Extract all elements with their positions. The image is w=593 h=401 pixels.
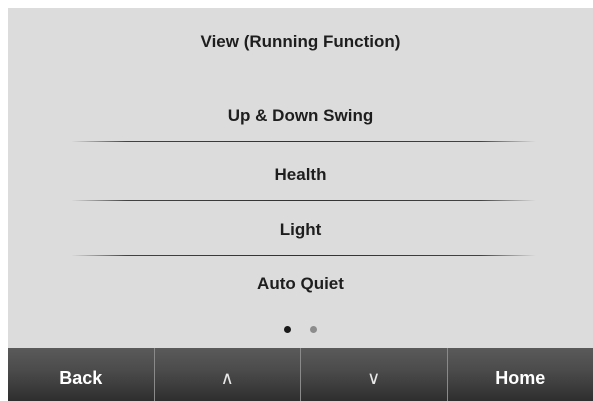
divider [71,255,536,256]
menu-item-auto-quiet[interactable]: Auto Quiet [8,274,593,294]
menu-item-light[interactable]: Light [8,220,593,240]
down-arrow-icon: ∨ [367,368,381,388]
thermostat-screen: View (Running Function) Up & Down Swing … [8,8,593,401]
up-arrow-icon: ∧ [220,368,234,388]
button-bar: Back ∧ ∨ Home [8,348,593,401]
divider [71,141,536,142]
page-indicator [8,326,593,333]
page-dot-active [284,326,291,333]
page-title: View (Running Function) [200,32,401,51]
menu-item-up-down-swing[interactable]: Up & Down Swing [8,106,593,126]
divider [71,200,536,201]
down-button[interactable]: ∨ [301,348,448,401]
home-button[interactable]: Home [447,348,593,401]
page-dot-inactive [310,326,317,333]
menu-item-health[interactable]: Health [8,165,593,185]
up-button[interactable]: ∧ [154,348,301,401]
back-button[interactable]: Back [8,348,155,401]
